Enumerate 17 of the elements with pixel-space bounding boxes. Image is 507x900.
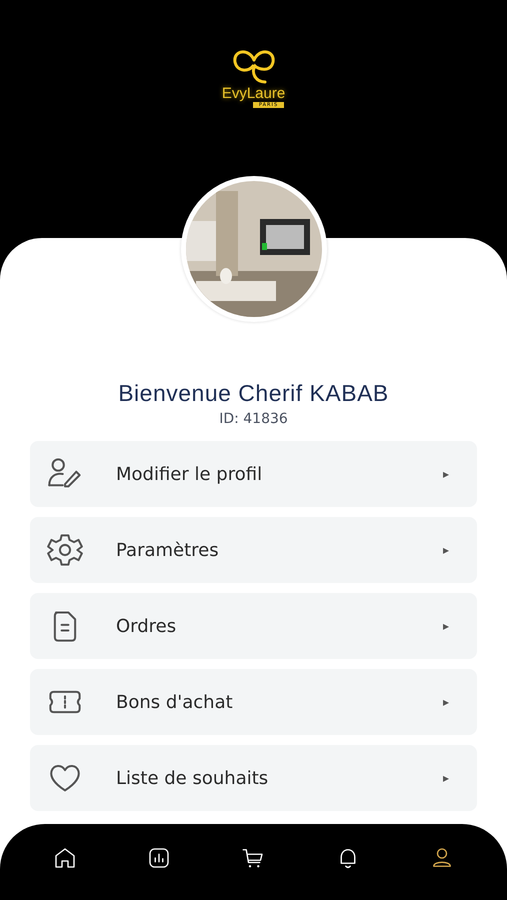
chevron-icon: ▸ <box>442 543 449 557</box>
chevron-icon: ▸ <box>442 771 449 785</box>
brand-name: EvyLaure <box>222 86 286 102</box>
menu-item[interactable]: Modifier le profil ▸ <box>30 441 477 507</box>
chevron-icon: ▸ <box>442 619 449 633</box>
chevron-icon: ▸ <box>442 695 449 709</box>
cart-icon <box>241 846 266 870</box>
menu-item[interactable]: Liste de souhaits ▸ <box>30 745 477 811</box>
settings-icon <box>47 532 83 568</box>
home-icon <box>53 846 78 870</box>
menu-item[interactable]: Ordres ▸ <box>30 593 477 659</box>
menu-item[interactable]: Paramètres ▸ <box>30 517 477 583</box>
chart-icon <box>147 846 172 870</box>
menu-item[interactable]: Bons d'achat ▸ <box>30 669 477 735</box>
chevron-icon: ▸ <box>442 467 449 481</box>
user-id: ID: 41836 <box>219 411 288 427</box>
welcome-title: Bienvenue Cherif KABAB <box>118 380 389 407</box>
